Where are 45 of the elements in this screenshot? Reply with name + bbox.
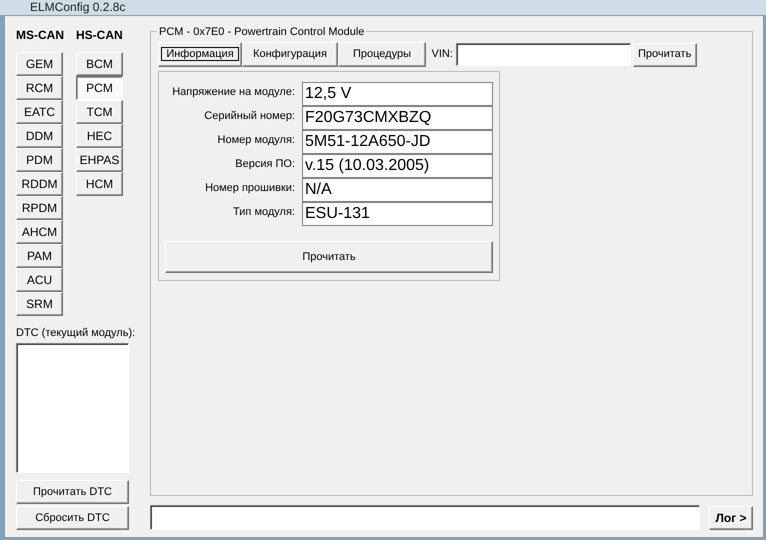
vin-field[interactable] (456, 43, 631, 66)
module-button[interactable]: HEC (76, 124, 123, 148)
module-button[interactable]: PAM (16, 244, 63, 268)
module-button[interactable]: AHCM (16, 220, 63, 244)
tab[interactable]: Информация (158, 42, 242, 67)
read-info-button[interactable]: Прочитать (165, 241, 493, 273)
tab[interactable]: Конфигурация (242, 42, 338, 67)
field-value: v.15 (10.03.2005) (302, 154, 493, 178)
module-button[interactable]: DDM (16, 124, 63, 148)
field-label: Напряжение на модуле: (171, 85, 295, 100)
tab[interactable]: Процедуры (338, 42, 426, 67)
module-button[interactable]: EHPAS (76, 148, 123, 172)
dtc-button[interactable]: Сбросить DTC (16, 506, 129, 530)
module-button[interactable]: EATC (16, 100, 63, 124)
module-button[interactable]: TCM (76, 100, 123, 124)
bus-header: HS-CAN (76, 27, 124, 44)
field-label: Тип модуля: (232, 205, 295, 220)
read-vin-button[interactable]: Прочитать (632, 42, 697, 66)
vin-label: VIN: (432, 47, 453, 62)
field-value: ESU-131 (302, 202, 493, 226)
module-button[interactable]: RDDM (16, 172, 63, 196)
dtc-list[interactable] (16, 343, 129, 473)
log-button[interactable]: Лог > (709, 506, 753, 530)
dtc-label: DTC (текущий модуль): (16, 326, 136, 340)
field-value: F20G73CMXBZQ (302, 106, 493, 130)
field-label: Серийный номер: (203, 109, 295, 124)
module-button[interactable]: PCM (76, 76, 123, 100)
dtc-button[interactable]: Прочитать DTC (16, 480, 129, 504)
module-button[interactable]: GEM (16, 52, 63, 76)
field-label: Номер прошивки: (204, 181, 295, 196)
log-input-field[interactable] (150, 505, 700, 530)
module-button[interactable]: RCM (16, 76, 63, 100)
module-button[interactable]: BCM (76, 52, 123, 76)
window-title: ELMConfig 0.2.8c (30, 0, 126, 14)
field-value: 12,5 V (302, 82, 493, 106)
module-button[interactable]: ACU (16, 268, 63, 292)
module-button[interactable]: SRM (16, 292, 63, 316)
bus-header: MS-CAN (16, 27, 65, 44)
field-label: Версия ПО: (234, 157, 295, 172)
field-value: 5M51-12A650-JD (302, 130, 493, 154)
module-button[interactable]: HCM (76, 172, 123, 196)
field-label: Номер модуля: (216, 133, 295, 148)
field-value: N/A (302, 178, 493, 202)
module-button[interactable]: RPDM (16, 196, 63, 220)
module-button[interactable]: PDM (16, 148, 63, 172)
